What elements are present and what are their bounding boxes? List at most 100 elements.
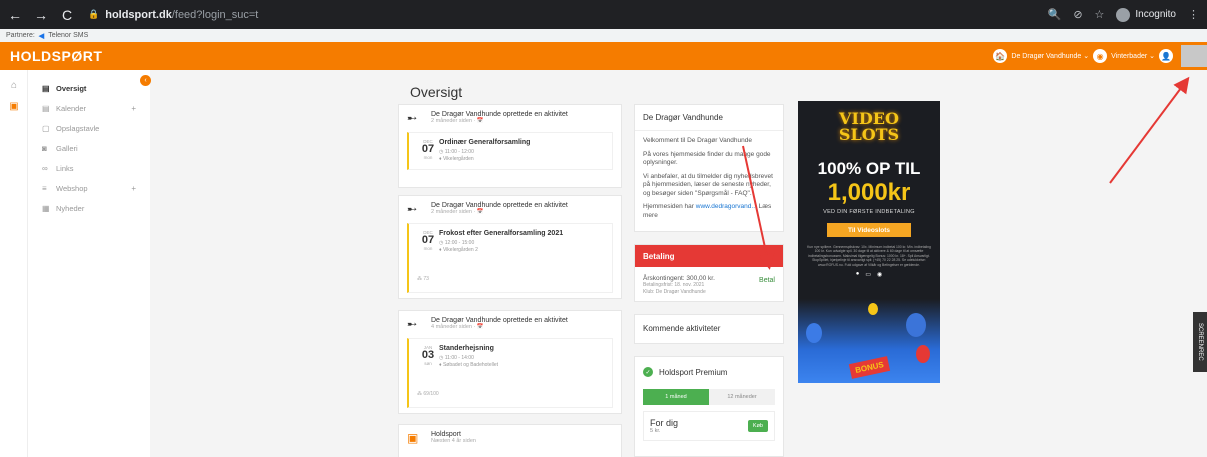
- feed-author: Holdsport: [431, 431, 461, 438]
- cart-icon: ≡: [42, 183, 47, 193]
- upcoming-title: Kommende aktiviteter: [643, 324, 721, 333]
- user-avatar-icon[interactable]: 👤: [1159, 49, 1173, 63]
- calendar-icon: ▤: [42, 103, 50, 113]
- sidebar-item-galleri[interactable]: ◙ Galleri: [28, 138, 150, 158]
- link-icon: ∞: [42, 163, 48, 173]
- event-card[interactable]: JAN 03 søn Standerhejsning ◷ 11:00 - 14:…: [407, 338, 613, 408]
- balloon-icon: [916, 345, 930, 363]
- premium-plan: For dig 5 kr. Køb: [643, 411, 775, 441]
- sidebar-item-nyheder[interactable]: ▦ Nyheder: [28, 198, 150, 218]
- homepage-link[interactable]: www.dedragorvand...: [696, 203, 757, 210]
- url-domain: holdsport.dk: [105, 8, 172, 21]
- icon-rail: ⌂ ▣: [0, 70, 28, 457]
- payment-item: Årskontingent: 300,00 kr.: [643, 275, 715, 282]
- buy-button[interactable]: Køb: [747, 420, 768, 432]
- forward-icon[interactable]: →: [30, 7, 52, 23]
- event-title[interactable]: Ordinær Generalforsamling: [439, 139, 530, 146]
- search-icon[interactable]: 🔍: [1048, 8, 1062, 21]
- event-title[interactable]: Frokost efter Generalforsamling 2021: [439, 230, 563, 237]
- dog-logo-icon: ➸: [407, 201, 418, 216]
- team-info-title: De Dragør Vandhunde: [635, 105, 783, 131]
- user-menu[interactable]: [1181, 45, 1207, 67]
- event-title[interactable]: Standerhejsning: [439, 345, 498, 352]
- screenrec-tab[interactable]: SCREENREC: [1193, 312, 1207, 372]
- videoslots-ad[interactable]: VIDEO SLOTS 100% OP TIL 1,000kr VED DIN …: [798, 101, 940, 383]
- feed-item: ➸ De Dragør Vandhunde oprettede en aktiv…: [398, 104, 622, 188]
- team2-dropdown[interactable]: Vinterbader ⌄: [1111, 52, 1155, 60]
- event-card[interactable]: DEC 07 mon Frokost efter Generalforsamli…: [407, 223, 613, 293]
- team-info-card: De Dragør Vandhunde Velkomment til De Dr…: [634, 104, 784, 232]
- reload-icon[interactable]: C: [56, 7, 78, 23]
- payment-deadline: Betalingsfrist: 18. nov. 2021: [643, 282, 705, 288]
- news-icon: ▦: [42, 203, 50, 213]
- dog-logo-icon: ➸: [407, 316, 418, 331]
- holdsport-logo[interactable]: HOLDSPØRT: [10, 48, 102, 64]
- feed-time: Næsten 4 år siden: [431, 438, 476, 444]
- eye-off-icon[interactable]: ⊘: [1073, 8, 1082, 21]
- feed-author: De Dragør Vandhunde oprettede en aktivit…: [431, 202, 568, 209]
- sidebar-item-webshop[interactable]: ≡ Webshop +: [28, 178, 150, 198]
- collapse-sidebar-icon[interactable]: ‹: [140, 75, 151, 86]
- payment-club: Klub: De Dragør Vandhunde: [643, 289, 706, 295]
- ad-amount: 1,000kr: [827, 179, 911, 206]
- menu-icon[interactable]: ⋮: [1188, 8, 1199, 21]
- holdsport-gift-icon: ▣: [407, 430, 419, 445]
- premium-icon: ✓: [643, 367, 653, 377]
- home-icon[interactable]: ⌂: [0, 80, 28, 91]
- team-avatar-icon[interactable]: 🏠: [993, 49, 1008, 63]
- ad-headline: 100% OP TIL: [817, 159, 921, 178]
- ad-cta-button[interactable]: Til Videoslots: [827, 223, 911, 237]
- back-icon[interactable]: ←: [4, 7, 26, 23]
- balloon-icon: [806, 323, 822, 343]
- feed-item: ▣ Holdsport Næsten 4 år siden: [398, 424, 622, 457]
- team2-avatar-icon[interactable]: ◉: [1093, 49, 1108, 63]
- feed-author: De Dragør Vandhunde oprettede en aktivit…: [431, 111, 568, 118]
- event-card[interactable]: DEC 07 mon Ordinær Generalforsamling ◷ 1…: [407, 132, 613, 170]
- ad-subline: VED DIN FØRSTE INDBETALING: [823, 209, 915, 215]
- ad-bonus-tag: BONUS: [848, 356, 891, 379]
- ad-party-image: BONUS: [798, 299, 940, 383]
- bookmarks-label: Partnere:: [6, 32, 35, 39]
- stopspillet-icon: ▭: [865, 272, 872, 279]
- participant-count: 73: [423, 276, 429, 282]
- lock-icon: 🔒: [88, 9, 100, 19]
- tab-1-month[interactable]: 1 måned: [643, 389, 709, 405]
- sidebar-item-opslagstavle[interactable]: ▢ Opslagstavle: [28, 118, 150, 138]
- sidebar-item-oversigt[interactable]: ▤ Oversigt: [28, 78, 150, 98]
- telenor-icon: ◀: [38, 32, 45, 40]
- url-path: /feed?login_suc=t: [171, 8, 259, 21]
- rofus-icon: ◉: [877, 272, 883, 279]
- pay-button[interactable]: Betal: [759, 277, 775, 284]
- sidebar-item-kalender[interactable]: ▤ Kalender +: [28, 98, 150, 118]
- browser-toolbar: ← → C 🔒 holdsport.dk /feed?login_suc=t 🔍…: [0, 0, 1207, 29]
- expand-icon[interactable]: +: [131, 104, 136, 113]
- balloon-icon: [906, 313, 926, 337]
- camera-icon: ◙: [42, 143, 47, 153]
- expand-icon[interactable]: +: [131, 184, 136, 193]
- age-18-icon: ●: [855, 271, 860, 278]
- feed-author: De Dragør Vandhunde oprettede en aktivit…: [431, 317, 568, 324]
- incognito-icon: [1116, 7, 1131, 22]
- premium-title: Holdsport Premium: [659, 367, 728, 377]
- incognito-indicator[interactable]: Incognito: [1116, 7, 1176, 22]
- feed-time: 2 måneder siden · 📅: [431, 209, 484, 215]
- sidebar-item-links[interactable]: ∞ Links: [28, 158, 150, 178]
- payment-title: Betaling: [635, 245, 783, 267]
- arrow-to-user-menu: [1109, 76, 1190, 184]
- calendar-icon: ▤: [42, 83, 50, 93]
- address-bar[interactable]: 🔒 holdsport.dk /feed?login_suc=t: [88, 9, 258, 21]
- upcoming-card: Kommende aktiviteter: [634, 314, 784, 344]
- app-header: HOLDSPØRT 🏠 De Dragør Vandhunde ⌄ ◉ Vint…: [0, 42, 1207, 70]
- bookmark-telenor[interactable]: Telenor SMS: [48, 32, 88, 39]
- participant-count: 69/100: [423, 391, 439, 397]
- feed-time: 2 måneder siden · 📅: [431, 118, 484, 124]
- page-title: Oversigt: [410, 84, 463, 100]
- tab-12-months[interactable]: 12 måneder: [709, 389, 775, 405]
- ad-fine-print: Kun nye spillere. Gennemspilskrav: 10x. …: [807, 245, 931, 267]
- team-dropdown[interactable]: De Dragør Vandhunde ⌄: [1011, 52, 1089, 60]
- team-gift-icon[interactable]: ▣: [0, 101, 28, 112]
- star-icon[interactable]: ☆: [1095, 8, 1105, 21]
- feed-time: 4 måneder siden · 📅: [431, 324, 484, 330]
- bookmarks-bar: Partnere: ◀ Telenor SMS: [0, 29, 1207, 42]
- feed-item: ➸ De Dragør Vandhunde oprettede en aktiv…: [398, 195, 622, 299]
